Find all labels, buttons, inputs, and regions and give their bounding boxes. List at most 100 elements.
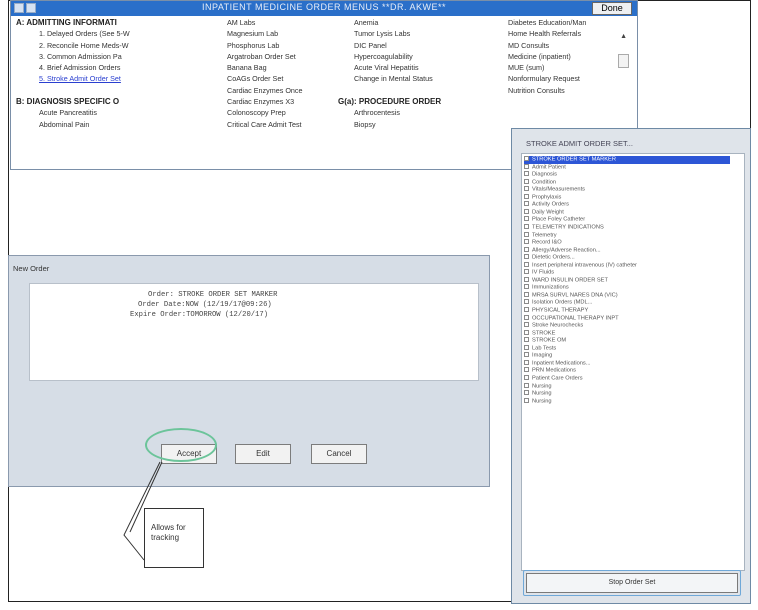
checkbox[interactable]: [524, 276, 529, 282]
order-set-item[interactable]: Admit Patient: [524, 163, 730, 172]
checkbox[interactable]: [524, 352, 529, 358]
checkbox[interactable]: [524, 193, 529, 199]
order-set-item-label: Nursing: [532, 390, 552, 397]
order-set-item-label: PHYSICAL THERAPY: [532, 307, 589, 314]
checkbox[interactable]: [524, 314, 529, 320]
checkbox[interactable]: [524, 239, 529, 245]
checkbox[interactable]: [524, 390, 529, 396]
order-set-item-label: Condition: [532, 179, 557, 186]
callout-text-1: Allows for: [151, 523, 186, 532]
checkbox[interactable]: [524, 186, 529, 192]
order-set-item-label: Imaging: [532, 352, 553, 359]
checkbox[interactable]: [524, 178, 529, 184]
order-set-item[interactable]: Nursing: [524, 390, 730, 398]
order-set-item-label: Activity Orders: [532, 201, 569, 208]
order-set-item-label: TELEMETRY INDICATIONS: [532, 224, 604, 231]
order-set-item[interactable]: WARD INSULIN ORDER SET: [524, 276, 730, 285]
checkbox[interactable]: [524, 291, 529, 297]
order-set-panel: STROKE ADMIT ORDER SET... STROKE ORDER S…: [511, 128, 751, 604]
checkbox[interactable]: [524, 307, 529, 312]
checkbox[interactable]: [524, 171, 529, 177]
order-set-item-label: Place Foley Catheter: [532, 216, 586, 223]
order-set-item[interactable]: PRN Medications: [524, 367, 730, 375]
callout-box: Allows for tracking: [144, 508, 204, 568]
checkbox[interactable]: [524, 216, 529, 222]
order-set-item[interactable]: Record I&O: [524, 239, 730, 247]
checkbox[interactable]: [524, 254, 529, 260]
checkbox[interactable]: [524, 329, 529, 335]
checkbox[interactable]: [524, 299, 529, 305]
order-set-item[interactable]: Vitals/Measurements: [524, 186, 730, 194]
checkbox[interactable]: [524, 201, 529, 207]
order-set-title: STROKE ADMIT ORDER SET...: [526, 139, 633, 148]
order-set-item-label: IV Fluids: [532, 269, 555, 276]
order-set-item-label: Stroke Neurochecks: [532, 322, 584, 329]
order-set-item[interactable]: Immunizations: [524, 284, 730, 292]
order-set-item[interactable]: IV Fluids: [524, 269, 730, 277]
order-set-item-label: Prophylaxis: [532, 194, 562, 201]
checkbox[interactable]: [524, 269, 529, 275]
order-set-item[interactable]: Imaging: [524, 352, 730, 360]
order-set-item[interactable]: STROKE: [524, 329, 730, 338]
stop-order-set-button[interactable]: Stop Order Set: [526, 573, 738, 593]
order-set-item[interactable]: Activity Orders: [524, 201, 730, 209]
order-set-item-label: Nursing: [532, 383, 552, 389]
order-set-item[interactable]: PHYSICAL THERAPY: [524, 307, 730, 315]
order-set-item[interactable]: Patient Care Orders: [524, 374, 730, 383]
checkbox[interactable]: [524, 246, 529, 252]
checkbox[interactable]: [524, 208, 529, 214]
order-set-item-label: Insert peripheral intravenous (IV) cathe…: [532, 262, 637, 269]
order-set-item-label: Daily Weight: [532, 209, 564, 216]
order-set-item[interactable]: Dietetic Orders...: [524, 254, 730, 262]
order-set-item[interactable]: Place Foley Catheter: [524, 216, 730, 224]
order-set-item[interactable]: Insert peripheral intravenous (IV) cathe…: [524, 261, 730, 270]
order-set-item[interactable]: Lab Tests: [524, 344, 730, 353]
checkbox[interactable]: [524, 284, 529, 290]
order-set-item[interactable]: Condition: [524, 178, 730, 187]
order-set-item[interactable]: Stroke Neurochecks: [524, 322, 730, 330]
checkbox[interactable]: [524, 374, 529, 380]
order-set-item-label: Nursing: [532, 398, 552, 405]
order-set-item-label: Lab Tests: [532, 345, 557, 352]
order-set-item[interactable]: Allergy/Adverse Reaction...: [524, 246, 730, 255]
order-set-item[interactable]: Diagnosis: [524, 171, 730, 179]
order-set-item-label: OCCUPATIONAL THERAPY INPT: [532, 315, 619, 322]
order-set-item[interactable]: Nursing: [524, 397, 730, 406]
checkbox[interactable]: [524, 156, 529, 161]
order-set-item-label: PRN Medications: [532, 367, 576, 374]
order-set-item[interactable]: Prophylaxis: [524, 193, 730, 202]
checkbox[interactable]: [524, 231, 529, 237]
order-set-item-label: STROKE ORDER SET MARKER: [532, 156, 616, 163]
order-set-item[interactable]: Daily Weight: [524, 208, 730, 217]
checkbox[interactable]: [524, 223, 529, 229]
checkbox[interactable]: [524, 163, 529, 169]
order-set-item-label: STROKE OM: [532, 337, 567, 344]
order-set-item[interactable]: Inpatient Medications...: [524, 359, 730, 368]
checkbox[interactable]: [524, 367, 529, 373]
order-set-item-label: Vitals/Measurements: [532, 186, 586, 193]
checkbox[interactable]: [524, 359, 529, 365]
order-set-item-label: Inpatient Medications...: [532, 360, 591, 367]
order-set-item-label: STROKE: [532, 330, 556, 337]
order-set-item[interactable]: Nursing: [524, 382, 730, 391]
order-set-item[interactable]: TELEMETRY INDICATIONS: [524, 223, 730, 232]
order-set-item-label: Allergy/Adverse Reaction...: [532, 247, 601, 254]
checkbox[interactable]: [524, 344, 529, 350]
order-set-item[interactable]: MRSA SURVL NARES DNA (VIC): [524, 291, 730, 300]
order-set-item[interactable]: STROKE ORDER SET MARKER: [524, 156, 730, 164]
order-set-item[interactable]: Telemetry: [524, 231, 730, 240]
checkbox[interactable]: [524, 382, 529, 388]
order-set-item[interactable]: Isolation Orders (MDL...: [524, 299, 730, 307]
order-set-item-label: Record I&O: [532, 239, 562, 246]
order-set-item[interactable]: STROKE OM: [524, 337, 730, 345]
checkbox[interactable]: [524, 397, 529, 403]
order-set-item-label: Immunizations: [532, 284, 569, 291]
checkbox[interactable]: [524, 261, 529, 267]
order-set-item[interactable]: OCCUPATIONAL THERAPY INPT: [524, 314, 730, 323]
checkbox[interactable]: [524, 322, 529, 328]
order-set-item-label: Dietetic Orders...: [532, 254, 575, 261]
order-set-item-label: MRSA SURVL NARES DNA (VIC): [532, 292, 618, 299]
checkbox[interactable]: [524, 337, 529, 343]
order-set-item-label: Isolation Orders (MDL...: [532, 299, 593, 306]
order-set-item-label: WARD INSULIN ORDER SET: [532, 277, 608, 284]
